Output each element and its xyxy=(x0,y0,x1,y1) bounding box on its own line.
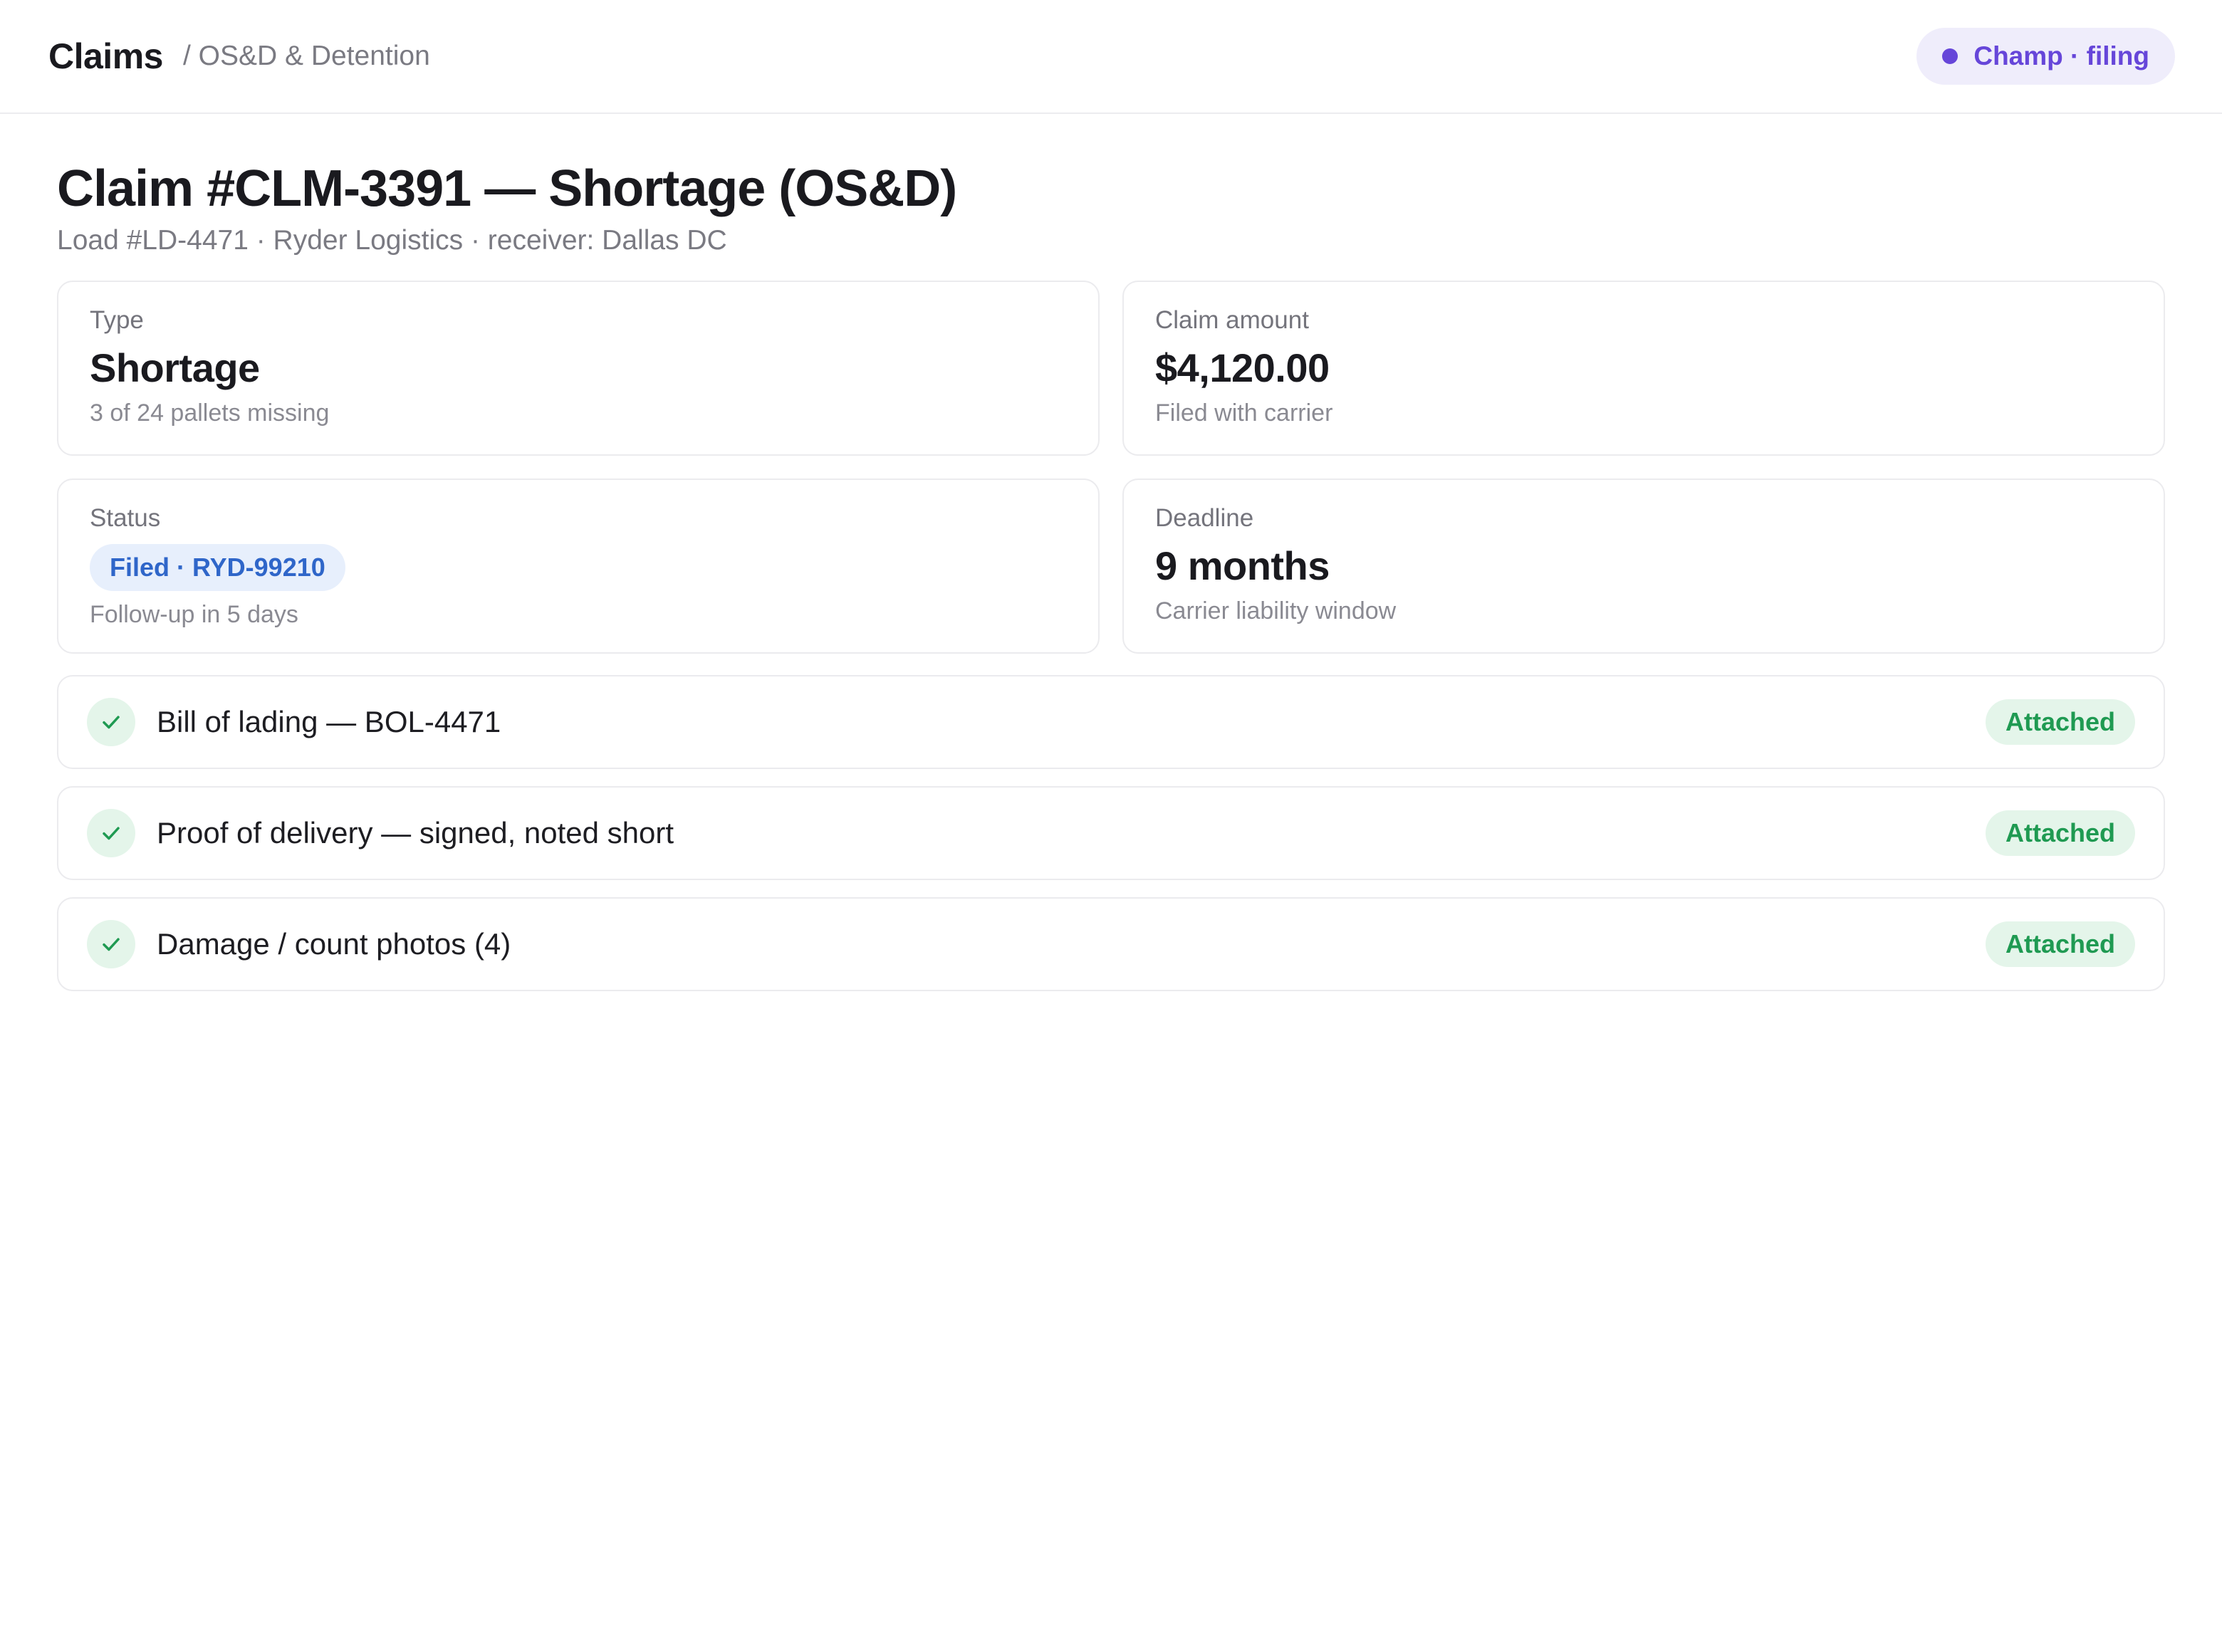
page-title: Claim #CLM-3391 — Shortage (OS&D) xyxy=(57,160,957,217)
type-label: Type xyxy=(90,306,144,335)
status-card: Status Filed · RYD-99210 Follow-up in 5 … xyxy=(57,479,1100,654)
attached-badge: Attached xyxy=(1985,699,2135,746)
deadline-card: Deadline 9 months Carrier liability wind… xyxy=(1122,479,2165,654)
document-label: Bill of lading — BOL-4471 xyxy=(157,705,501,739)
type-card: Type Shortage 3 of 24 pallets missing xyxy=(57,281,1100,456)
claim-detail: Claim #CLM-3391 — Shortage (OS&D) Load #… xyxy=(57,114,2165,1008)
deadline-note: Carrier liability window xyxy=(1155,597,1397,625)
amount-card: Claim amount $4,120.00 Filed with carrie… xyxy=(1122,281,2165,456)
attached-badge: Attached xyxy=(1985,921,2135,968)
status-dot-icon xyxy=(1942,48,1958,64)
check-icon xyxy=(87,698,135,747)
check-icon xyxy=(87,920,135,969)
amount-label: Claim amount xyxy=(1155,306,1309,335)
deadline-value: 9 months xyxy=(1155,543,1330,589)
claim-summary-cards: Type Shortage 3 of 24 pallets missing Cl… xyxy=(57,281,2165,654)
document-row-pod[interactable]: Proof of delivery — signed, noted short … xyxy=(57,786,2165,881)
status-note: Follow-up in 5 days xyxy=(90,601,298,629)
document-label: Proof of delivery — signed, noted short xyxy=(157,816,674,850)
top-bar: Claims / OS&D & Detention Champ · filing xyxy=(0,0,2222,114)
agent-status-pill[interactable]: Champ · filing xyxy=(1916,28,2175,85)
document-row-photos[interactable]: Damage / count photos (4) Attached xyxy=(57,897,2165,992)
breadcrumb[interactable]: / OS&D & Detention xyxy=(183,41,430,72)
agent-status-label: Champ · filing xyxy=(1973,41,2149,70)
check-icon xyxy=(87,809,135,858)
attached-badge: Attached xyxy=(1985,810,2135,857)
type-note: 3 of 24 pallets missing xyxy=(90,399,330,427)
type-value: Shortage xyxy=(90,345,260,391)
app-title: Claims xyxy=(48,36,163,76)
document-label: Damage / count photos (4) xyxy=(157,927,511,961)
status-badge[interactable]: Filed · RYD-99210 xyxy=(90,544,345,592)
amount-value: $4,120.00 xyxy=(1155,345,1330,391)
amount-note: Filed with carrier xyxy=(1155,399,1333,427)
page-subtitle: Load #LD-4471 · Ryder Logistics · receiv… xyxy=(57,225,727,256)
document-row-bol[interactable]: Bill of lading — BOL-4471 Attached xyxy=(57,675,2165,770)
status-label: Status xyxy=(90,504,161,533)
document-checklist: Bill of lading — BOL-4471 Attached Proof… xyxy=(57,675,2165,992)
deadline-label: Deadline xyxy=(1155,504,1254,533)
